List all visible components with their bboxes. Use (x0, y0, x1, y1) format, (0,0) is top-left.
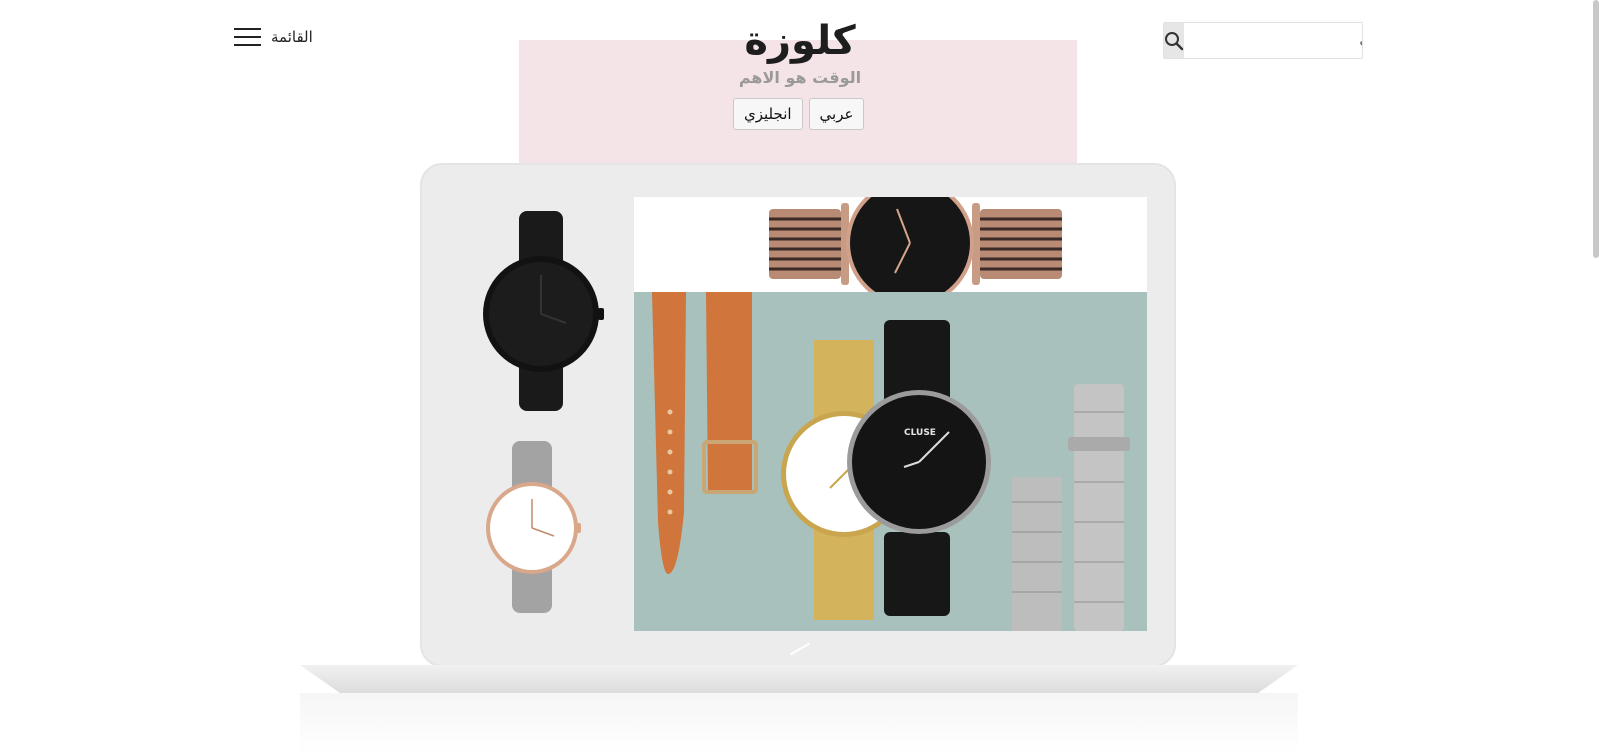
black-watch-image (483, 211, 604, 411)
hero-panel-left (452, 197, 634, 631)
page: القائمة كلوزة الوقت هو الاهم انجليزي عرب… (0, 0, 1599, 756)
search-input[interactable] (1184, 23, 1362, 58)
lang-english-button[interactable]: انجليزي (733, 98, 803, 130)
search-button[interactable] (1164, 23, 1184, 58)
hero-panel-top (675, 197, 1147, 307)
search-box (1163, 22, 1363, 59)
watch-collection-image (652, 292, 1130, 631)
scrollbar[interactable] (1568, 0, 1599, 756)
scrollbar-thumb[interactable] (1593, 0, 1599, 258)
hero-panel-main: CLUSE (634, 292, 1147, 631)
laptop-base (300, 665, 1298, 693)
site-tagline: الوقت هو الاهم (738, 68, 862, 87)
watch-brand-label: CLUSE (904, 428, 936, 438)
site-title: كلوزة (744, 18, 856, 64)
language-switcher: انجليزي عربي (733, 98, 865, 130)
menu-toggle[interactable]: القائمة (234, 28, 313, 46)
menu-label: القائمة (271, 28, 313, 46)
hero-screen: CLUSE (452, 197, 1147, 631)
lang-arabic-button[interactable]: عربي (808, 98, 865, 130)
laptop-shadow (300, 693, 1298, 756)
search-icon (1165, 31, 1184, 50)
rose-gold-watch-image (769, 197, 1062, 307)
white-watch-image (486, 441, 581, 613)
brand-logo[interactable]: كلوزة (700, 14, 900, 68)
hamburger-icon (234, 28, 261, 46)
